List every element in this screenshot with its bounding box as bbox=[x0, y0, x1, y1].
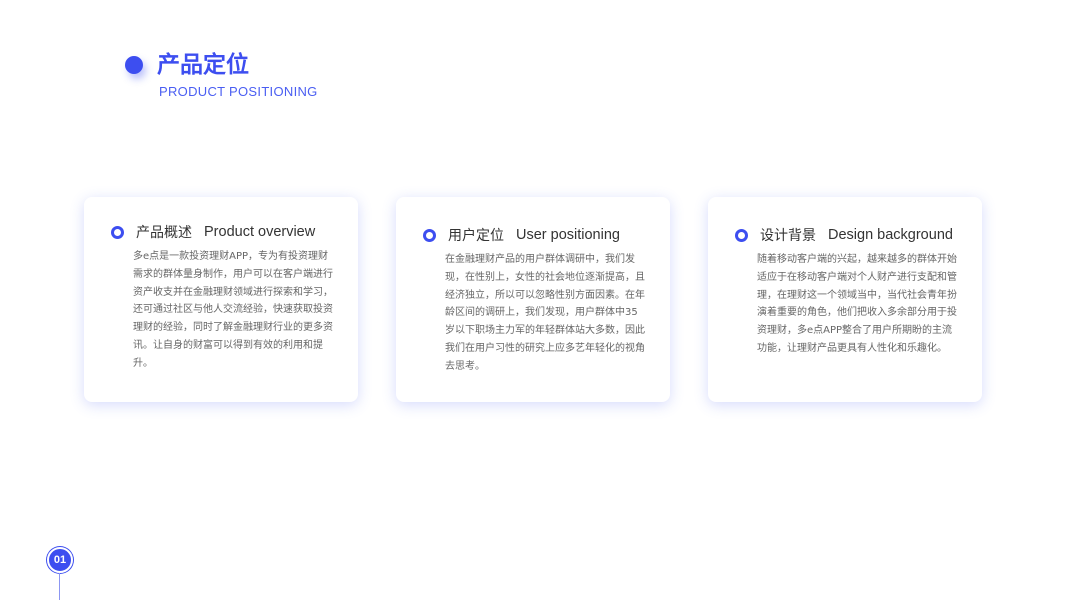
ring-bullet-icon bbox=[423, 228, 436, 242]
page-number-line bbox=[59, 573, 60, 600]
card-body-text: 多e点是一款投资理财APP，专为有投资理财需求的群体量身制作，用户可以在客户端进… bbox=[133, 251, 333, 369]
card-header: 设计背景 Design background bbox=[735, 225, 953, 245]
page-number-badge: 01 bbox=[47, 547, 73, 573]
card-title-en: Design background bbox=[828, 227, 953, 243]
card-design-background: 设计背景 Design background 随着移动客户端的兴起，越来越多的群… bbox=[708, 197, 982, 402]
card-header: 用户定位 User positioning bbox=[423, 225, 620, 245]
card-user-positioning: 用户定位 User positioning 在金融理财产品的用户群体调研中，我们… bbox=[396, 197, 670, 402]
card-title-cn: 设计背景 bbox=[760, 228, 816, 244]
ring-bullet-icon bbox=[735, 228, 748, 242]
card-title-en: User positioning bbox=[516, 227, 620, 243]
card-product-overview: 产品概述 Product overview 多e点是一款投资理财APP，专为有投… bbox=[84, 197, 358, 402]
card-title-cn: 产品概述 bbox=[136, 225, 192, 241]
card-body-text: 在金融理财产品的用户群体调研中，我们发现，在性别上，女性的社会地位逐渐提高，且经… bbox=[445, 254, 645, 372]
page-subtitle: PRODUCT POSITIONING bbox=[159, 84, 318, 99]
title-dot-icon bbox=[125, 56, 143, 74]
card-header: 产品概述 Product overview bbox=[111, 222, 315, 242]
card-body-text: 随着移动客户端的兴起，越来越多的群体开始适应于在移动客户端对个人财产进行支配和管… bbox=[757, 254, 957, 354]
card-title-cn: 用户定位 bbox=[448, 228, 504, 244]
ring-bullet-icon bbox=[111, 225, 124, 239]
page-title: 产品定位 bbox=[157, 52, 249, 78]
card-title-en: Product overview bbox=[204, 224, 316, 240]
